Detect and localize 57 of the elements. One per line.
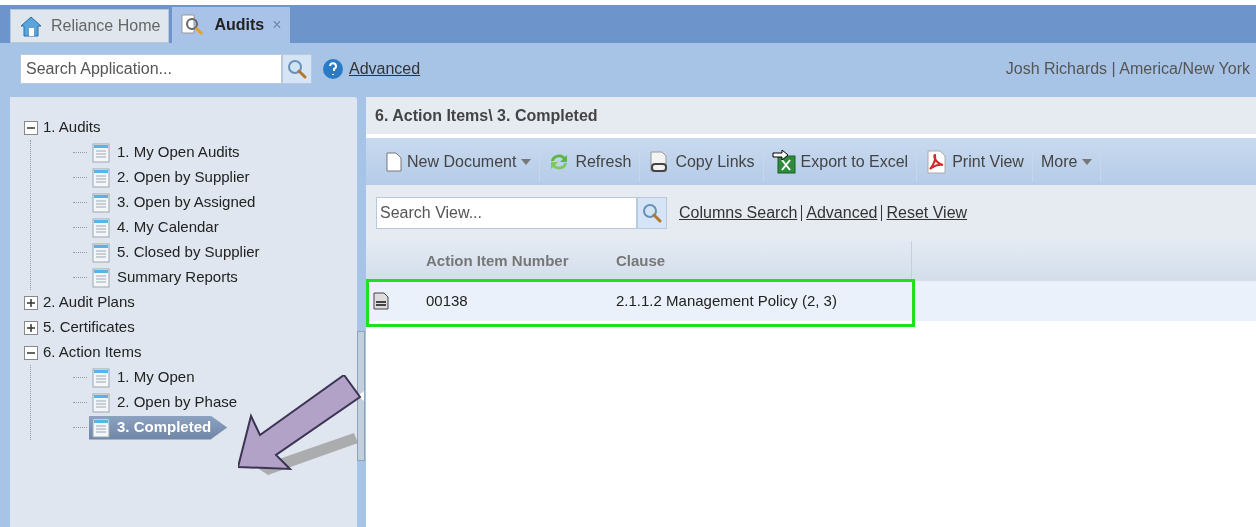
document-icon — [91, 167, 111, 188]
advanced-link[interactable]: Advanced — [349, 57, 421, 81]
view-title: 6. Action Items\ 3. Completed — [366, 97, 1256, 134]
view-link[interactable]: Columns Search — [679, 201, 798, 225]
pdf-icon — [925, 149, 948, 174]
tree-node[interactable]: 2. Audit Plans — [43, 291, 135, 314]
page-icon — [386, 151, 402, 172]
toolbar-button[interactable]: Copy Links — [640, 141, 764, 182]
table-cell-text: 00138 — [426, 290, 469, 311]
tree-item[interactable]: 1. My Open Audits — [89, 141, 240, 164]
plus-icon — [27, 298, 35, 307]
search-field[interactable]: Search Application... — [20, 54, 282, 84]
record-icon[interactable] — [373, 292, 389, 310]
document-icon — [91, 367, 111, 388]
table-cell-text: 2.1.1.2 Management Policy (2, 3) — [616, 290, 838, 311]
tree-node[interactable]: 1. Audits — [43, 116, 101, 139]
expand-toggle[interactable] — [24, 320, 38, 335]
collapse-toggle[interactable] — [24, 345, 38, 360]
tree-node[interactable]: 5. Certificates — [43, 316, 135, 339]
tree-item[interactable]: Summary Reports — [89, 266, 238, 289]
document-icon — [91, 417, 111, 438]
caret-icon — [1082, 158, 1093, 165]
tree-item[interactable]: 4. My Calendar — [89, 216, 219, 239]
user-info: Josh Richards | America/New York — [1005, 59, 1250, 79]
collapse-toggle[interactable] — [24, 120, 38, 135]
view-search-field[interactable]: Search View... — [376, 197, 637, 229]
tree-node[interactable]: 6. Action Items — [43, 341, 142, 364]
search-button[interactable] — [637, 197, 667, 229]
help-icon — [322, 58, 344, 80]
search-icon — [642, 203, 662, 223]
view-link[interactable]: Reset View — [886, 201, 968, 225]
excel-export-icon — [771, 149, 796, 174]
home-icon — [19, 14, 43, 38]
document-icon — [91, 267, 111, 288]
toolbar-button[interactable]: Print View — [917, 141, 1033, 182]
tree-item[interactable]: 1. My Open — [89, 366, 195, 389]
document-icon — [91, 192, 111, 213]
expand-toggle[interactable] — [24, 295, 38, 310]
tree-item[interactable]: 2. Open by Phase — [89, 391, 238, 414]
plus-icon — [27, 323, 35, 332]
document-icon — [91, 142, 111, 163]
document-icon — [91, 217, 111, 238]
search-icon — [287, 59, 307, 79]
toolbar-button[interactable]: New Document — [378, 141, 541, 182]
document-icon — [91, 392, 111, 413]
toolbar-button[interactable]: Refresh — [540, 141, 641, 182]
search-button[interactable] — [282, 54, 312, 84]
tree-item[interactable]: 2. Open by Supplier — [89, 166, 250, 189]
tab[interactable]: Reliance Home — [10, 9, 170, 43]
caret-icon — [521, 158, 532, 165]
tree-item[interactable]: 5. Closed by Supplier — [89, 241, 260, 264]
tab[interactable]: Audits × — [172, 7, 290, 43]
toolbar-button[interactable]: More — [1032, 141, 1102, 182]
toolbar-button[interactable]: Export to Excel — [763, 141, 918, 182]
view-link[interactable]: Advanced — [806, 201, 878, 225]
document-icon — [91, 242, 111, 263]
tree-item[interactable]: 3. Open by Assigned — [89, 191, 256, 214]
